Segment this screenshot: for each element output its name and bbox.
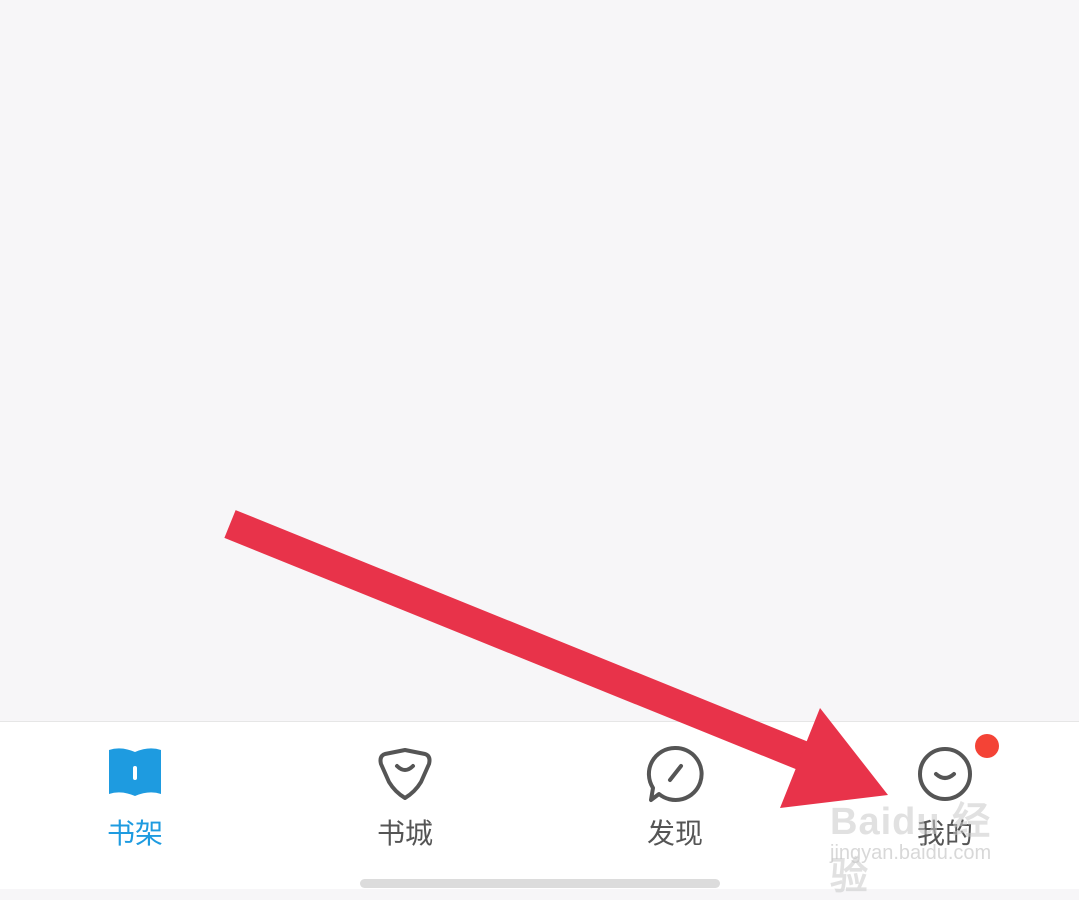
content-area (0, 0, 1079, 721)
tab-bookshelf[interactable]: 书架 (35, 722, 235, 872)
profile-icon (915, 744, 975, 804)
bottom-tab-bar: 书架 书城 发现 我的 (0, 721, 1079, 889)
tab-mine[interactable]: 我的 (845, 722, 1045, 872)
home-indicator[interactable] (360, 879, 720, 888)
tab-bookstore[interactable]: 书城 (305, 722, 505, 872)
notification-badge (975, 734, 999, 758)
tab-discover-label: 发现 (646, 817, 703, 850)
bookstore-icon (375, 744, 435, 804)
tab-mine-label: 我的 (916, 817, 973, 850)
tab-bookshelf-label: 书架 (106, 817, 163, 850)
tab-discover[interactable]: 发现 (575, 722, 775, 872)
bookshelf-icon (105, 744, 165, 804)
tab-bookstore-label: 书城 (376, 817, 433, 850)
discover-icon (645, 744, 705, 804)
